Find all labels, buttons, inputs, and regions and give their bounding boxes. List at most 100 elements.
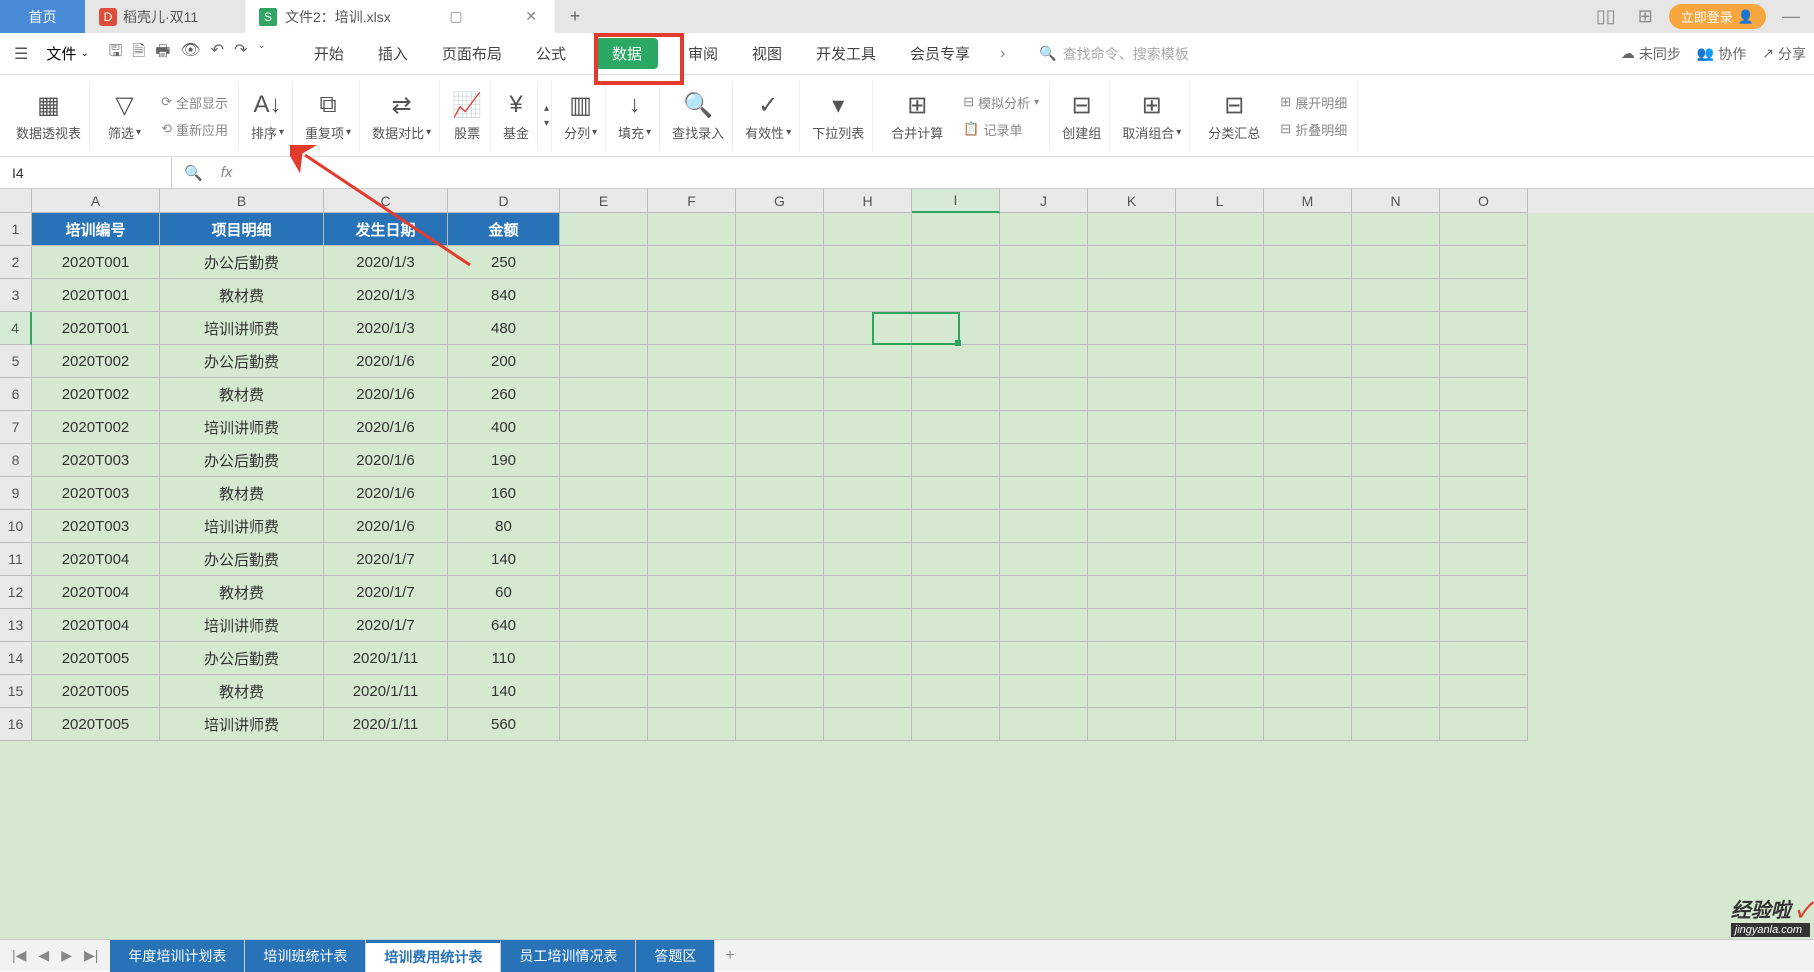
empty-cell[interactable] (1440, 543, 1528, 576)
empty-cell[interactable] (1264, 312, 1352, 345)
empty-cell[interactable] (1440, 213, 1528, 246)
file-tab-active[interactable]: S 文件2：培训.xlsx ▢ ✕ (245, 0, 555, 33)
empty-cell[interactable] (736, 444, 824, 477)
empty-cell[interactable] (1352, 675, 1440, 708)
empty-cell[interactable] (824, 642, 912, 675)
empty-cell[interactable] (648, 345, 736, 378)
data-cell[interactable]: 160 (448, 477, 560, 510)
empty-cell[interactable] (736, 609, 824, 642)
empty-cell[interactable] (1352, 576, 1440, 609)
empty-cell[interactable] (912, 642, 1000, 675)
data-cell[interactable]: 2020/1/6 (324, 345, 448, 378)
empty-cell[interactable] (912, 510, 1000, 543)
empty-cell[interactable] (1000, 312, 1088, 345)
empty-cell[interactable] (1352, 246, 1440, 279)
empty-cell[interactable] (1352, 411, 1440, 444)
tab-data[interactable]: 数据 (596, 38, 658, 69)
data-cell[interactable]: 2020/1/6 (324, 378, 448, 411)
empty-cell[interactable] (560, 510, 648, 543)
empty-cell[interactable] (912, 213, 1000, 246)
column-header-M[interactable]: M (1264, 189, 1352, 213)
empty-cell[interactable] (736, 345, 824, 378)
data-cell[interactable]: 2020T005 (32, 708, 160, 741)
empty-cell[interactable] (1440, 642, 1528, 675)
dropdown-button[interactable]: ▾ 下拉列表 (804, 81, 873, 151)
empty-cell[interactable] (648, 576, 736, 609)
simulation-button[interactable]: ⊟模拟分析▾ (959, 91, 1043, 114)
empty-cell[interactable] (824, 378, 912, 411)
empty-cell[interactable] (648, 543, 736, 576)
login-button[interactable]: 立即登录 👤 (1669, 4, 1766, 29)
empty-cell[interactable] (648, 444, 736, 477)
tab-close-icon[interactable]: ✕ (521, 8, 541, 25)
empty-cell[interactable] (736, 510, 824, 543)
validation-button[interactable]: ✓ 有效性▾ (737, 81, 800, 151)
tab-layout[interactable]: 页面布局 (438, 39, 506, 68)
column-header-D[interactable]: D (448, 189, 560, 213)
empty-cell[interactable] (1176, 543, 1264, 576)
data-cell[interactable]: 2020/1/11 (324, 708, 448, 741)
collapse-button[interactable]: ⊟折叠明细 (1276, 118, 1351, 141)
empty-cell[interactable] (1176, 279, 1264, 312)
empty-cell[interactable] (1352, 312, 1440, 345)
empty-cell[interactable] (736, 312, 824, 345)
data-cell[interactable]: 教材费 (160, 279, 324, 312)
empty-cell[interactable] (648, 642, 736, 675)
empty-cell[interactable] (1264, 378, 1352, 411)
sheet-tab-2[interactable]: 培训费用统计表 (366, 940, 501, 972)
data-cell[interactable]: 培训讲师费 (160, 312, 324, 345)
data-cell[interactable]: 2020/1/7 (324, 609, 448, 642)
data-cell[interactable]: 140 (448, 543, 560, 576)
empty-cell[interactable] (912, 312, 1000, 345)
column-header-C[interactable]: C (324, 189, 448, 213)
empty-cell[interactable] (1000, 477, 1088, 510)
add-sheet-button[interactable]: + (715, 947, 744, 965)
row-header-7[interactable]: 7 (0, 411, 32, 444)
empty-cell[interactable] (824, 213, 912, 246)
empty-cell[interactable] (560, 378, 648, 411)
empty-cell[interactable] (1352, 609, 1440, 642)
empty-cell[interactable] (824, 510, 912, 543)
empty-cell[interactable] (648, 477, 736, 510)
data-cell[interactable]: 2020T003 (32, 477, 160, 510)
data-cell[interactable]: 2020T003 (32, 510, 160, 543)
empty-cell[interactable] (1352, 510, 1440, 543)
empty-cell[interactable] (912, 444, 1000, 477)
empty-cell[interactable] (1176, 675, 1264, 708)
empty-cell[interactable] (1088, 708, 1176, 741)
data-cell[interactable]: 2020T001 (32, 312, 160, 345)
empty-cell[interactable] (1440, 708, 1528, 741)
zoom-icon[interactable]: 🔍 (176, 164, 211, 182)
data-cell[interactable]: 2020T001 (32, 279, 160, 312)
empty-cell[interactable] (1264, 246, 1352, 279)
tab-formula[interactable]: 公式 (532, 39, 570, 68)
empty-cell[interactable] (1264, 477, 1352, 510)
empty-cell[interactable] (1440, 510, 1528, 543)
qat-more-icon[interactable]: ⌄ (258, 40, 266, 67)
data-cell[interactable]: 110 (448, 642, 560, 675)
data-cell[interactable]: 480 (448, 312, 560, 345)
empty-cell[interactable] (1088, 213, 1176, 246)
data-cell[interactable]: 2020/1/3 (324, 312, 448, 345)
docker-tab[interactable]: D 稻壳儿·双11 (85, 0, 245, 33)
empty-cell[interactable] (736, 543, 824, 576)
data-cell[interactable]: 2020T002 (32, 411, 160, 444)
tab-dev[interactable]: 开发工具 (812, 39, 880, 68)
empty-cell[interactable] (1000, 675, 1088, 708)
empty-cell[interactable] (824, 609, 912, 642)
find-entry-button[interactable]: 🔍 查找录入 (664, 81, 733, 151)
data-cell[interactable]: 2020T004 (32, 543, 160, 576)
row-header-8[interactable]: 8 (0, 444, 32, 477)
search-box[interactable]: 🔍 查找命令、搜索模板 (1039, 44, 1188, 64)
sheet-next-icon[interactable]: ▶ (57, 947, 76, 964)
table-header-cell[interactable]: 发生日期 (324, 213, 448, 246)
empty-cell[interactable] (912, 345, 1000, 378)
data-cell[interactable]: 560 (448, 708, 560, 741)
empty-cell[interactable] (736, 213, 824, 246)
table-header-cell[interactable]: 项目明细 (160, 213, 324, 246)
empty-cell[interactable] (1088, 477, 1176, 510)
name-box[interactable]: I4 (0, 157, 172, 188)
empty-cell[interactable] (1088, 510, 1176, 543)
subtotal-button[interactable]: ⊟ 分类汇总 (1200, 81, 1268, 151)
empty-cell[interactable] (560, 477, 648, 510)
